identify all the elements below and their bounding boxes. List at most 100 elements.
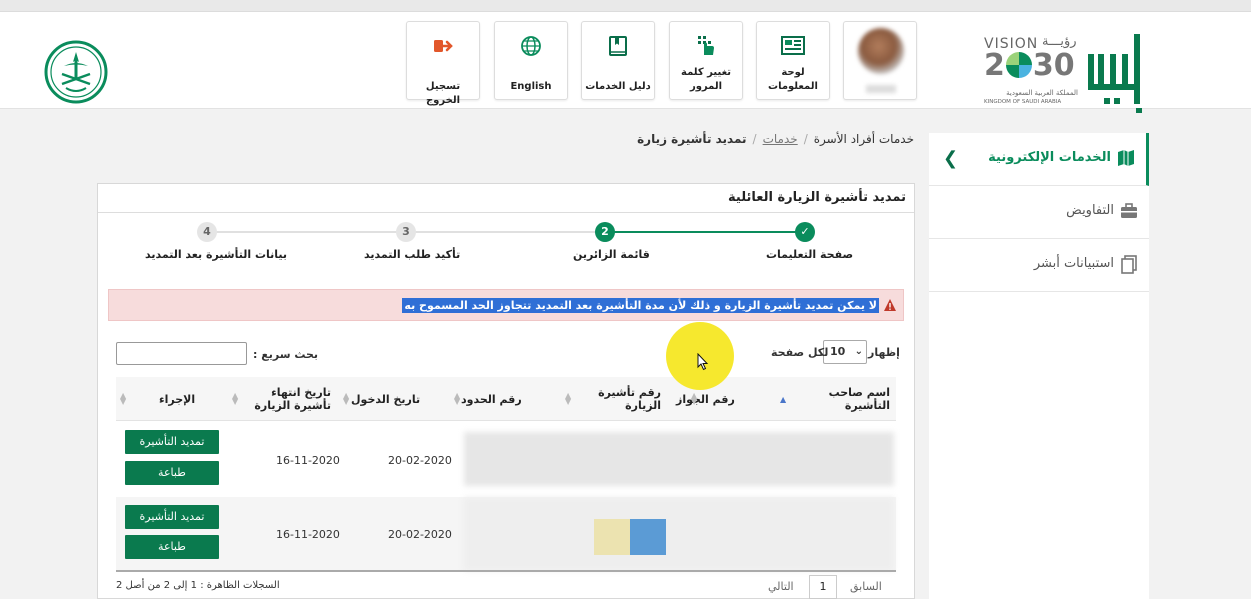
col-action: الإجراء <box>159 377 219 421</box>
blurred-personal-data <box>464 432 894 486</box>
browser-top-strip <box>0 0 1251 12</box>
dashboard-label: لوحة المعلومات <box>768 67 818 92</box>
english-button[interactable]: English <box>494 21 568 100</box>
alert-message: لا يمكن تمديد تأشيرة الزيارة و ذلك لأن م… <box>402 298 879 313</box>
english-label: English <box>510 81 552 92</box>
col-label: رقم الحدود <box>461 392 522 406</box>
col-border-number[interactable]: رقم الحدود <box>461 377 551 421</box>
mouse-cursor-icon <box>697 353 709 371</box>
blurred-personal-data <box>464 497 894 571</box>
sort-icon[interactable]: ▲ ▼ <box>691 392 697 406</box>
change-password-button[interactable]: تغيير كلمة المرور <box>669 21 743 100</box>
eservices-icon <box>1118 150 1134 166</box>
breadcrumb: خدمات أفراد الأسرة/خدمات/تمديد تأشيرة زي… <box>637 132 914 146</box>
print-button[interactable]: طباعة <box>125 535 219 559</box>
sidebar-item-label: الخدمات الإلكترونية <box>988 150 1111 165</box>
vision-year-first: 2 <box>984 48 1005 83</box>
moi-emblem-logo <box>44 40 108 104</box>
expiry-date-cell: 16-11-2020 <box>276 454 340 467</box>
user-profile-card[interactable] <box>843 21 917 100</box>
dashboard-button[interactable]: لوحة المعلومات <box>756 21 830 100</box>
col-label: رقم تأشيرة الزيارة <box>598 386 661 412</box>
entry-date-cell: 20-02-2020 <box>388 528 452 541</box>
briefcase-icon <box>1121 203 1137 218</box>
page-size-value: 10 <box>830 345 846 358</box>
vision-2030-logo: VISION رؤيـــة 2 30 المملكة العربية السعو… <box>982 34 1082 110</box>
quick-search-label: بحث سريع : <box>253 348 319 361</box>
stepper-line-done <box>605 231 805 233</box>
chevron-left-icon: ❮ <box>943 148 959 169</box>
absher-logo <box>1088 34 1142 113</box>
sort-asc-icon: ▲ <box>780 394 787 404</box>
breadcrumb-family-services[interactable]: خدمات أفراد الأسرة <box>814 132 914 146</box>
expiry-date-cell: 16-11-2020 <box>276 528 340 541</box>
table-header: اسم صاحب التأشيرة ▲ رقم الجواز ▲ ▼ رقم تأش… <box>116 377 896 421</box>
sort-icon[interactable]: ▲ ▼ <box>232 392 238 406</box>
vision-logo-kingdom-ar: المملكة العربية السعودية <box>1006 89 1078 97</box>
services-guide-button[interactable]: دليل الخدمات <box>581 21 655 100</box>
blurred-photo-fragment <box>594 519 630 555</box>
col-label: رقم الجواز <box>676 392 735 406</box>
pager-prev[interactable]: السابق <box>850 580 882 593</box>
vision-logo-kingdom-en: KINGDOM OF SAUDI ARABIA <box>984 99 1062 105</box>
page-title: تمديد تأشيرة الزيارة العائلية <box>728 190 906 205</box>
sort-icon[interactable]: ▲ ▼ <box>343 392 349 406</box>
col-label: اسم صاحب التأشيرة <box>828 386 890 412</box>
col-label: تاريخ انتهاء تأشيرة الزيارة <box>254 386 331 412</box>
step-4-label: بيانات التأشيرة بعد التمديد <box>145 248 288 261</box>
logout-label: تسجيل الخروج <box>425 81 461 106</box>
col-visa-holder-name[interactable]: اسم صاحب التأشيرة ▲ <box>780 377 890 421</box>
show-label: إظهار <box>868 346 900 359</box>
logout-button[interactable]: تسجيل الخروج <box>406 21 480 106</box>
step-3-circle: 3 <box>396 222 416 242</box>
entry-date-cell: 20-02-2020 <box>388 454 452 467</box>
step-3-label: تأكيد طلب التمديد <box>364 248 461 261</box>
globe-icon <box>521 36 541 56</box>
main-panel: تمديد تأشيرة الزيارة العائلية ✓ صفحة الت… <box>97 183 915 599</box>
services-guide-label: دليل الخدمات <box>585 81 651 92</box>
keypad-hand-icon <box>698 36 714 55</box>
extend-visa-button[interactable]: تمديد التأشيرة <box>125 505 219 529</box>
vision-year-flower <box>1005 52 1032 78</box>
pager-page-1[interactable]: 1 <box>809 575 837 599</box>
dashboard-icon <box>781 36 805 55</box>
book-icon <box>609 36 627 56</box>
site-header: تسجيل الخروج English دليل الخدمات تغيير … <box>0 12 1251 113</box>
change-password-label: تغيير كلمة المرور <box>681 67 731 92</box>
sort-icon[interactable]: ▲ ▼ <box>565 392 571 406</box>
page-size-select[interactable]: 10 ⌄ <box>823 340 867 364</box>
user-name-blurred <box>866 85 896 93</box>
logout-icon <box>434 40 453 52</box>
error-alert: لا يمكن تمديد تأشيرة الزيارة و ذلك لأن م… <box>108 289 904 321</box>
sidebar-item-label: استبيانات أبشر <box>1033 256 1114 271</box>
avatar <box>858 28 904 74</box>
sort-icon[interactable]: ▲ ▼ <box>454 392 460 406</box>
per-page-label: لكل صفحة <box>771 346 829 359</box>
sidebar: ❮ الخدمات الإلكترونية التفاويض استبيانات… <box>929 133 1149 599</box>
sidebar-item-eservices[interactable]: ❮ الخدمات الإلكترونية <box>929 133 1149 186</box>
pager-next[interactable]: التالي <box>768 580 794 593</box>
quick-search-input[interactable] <box>116 342 247 365</box>
vision-logo-arabic: رؤيـــة <box>1042 34 1077 49</box>
breadcrumb-current: تمديد تأشيرة زيارة <box>637 132 747 146</box>
extend-visa-button[interactable]: تمديد التأشيرة <box>125 430 219 454</box>
col-entry-date[interactable]: تاريخ الدخول <box>351 377 441 421</box>
table-bottom-border <box>116 570 896 572</box>
print-button[interactable]: طباعة <box>125 461 219 485</box>
col-visit-visa-number[interactable]: رقم تأشيرة الزيارة <box>561 377 661 421</box>
sort-icon[interactable]: ▲ ▼ <box>120 392 126 406</box>
sidebar-item-surveys[interactable]: استبيانات أبشر <box>929 239 1149 292</box>
records-info: السجلات الظاهرة : 1 إلى 2 من أصل 2 <box>116 580 280 591</box>
step-2-circle: 2 <box>595 222 615 242</box>
col-visa-expiry-date[interactable]: تاريخ انتهاء تأشيرة الزيارة <box>231 377 331 421</box>
step-2-label: قائمة الزائرين <box>573 248 650 261</box>
vision-year-last: 30 <box>1032 48 1075 83</box>
col-label: الإجراء <box>159 392 196 406</box>
sidebar-item-delegations[interactable]: التفاويض <box>929 186 1149 239</box>
table-row: 20-02-2020 16-11-2020 تمديد التأشيرة طبا… <box>116 497 896 571</box>
step-1-label: صفحة التعليمات <box>766 248 854 261</box>
breadcrumb-services[interactable]: خدمات <box>763 132 798 146</box>
blurred-photo-fragment <box>630 519 666 555</box>
col-label: تاريخ الدخول <box>351 392 421 406</box>
step-1-check-icon: ✓ <box>795 222 815 242</box>
